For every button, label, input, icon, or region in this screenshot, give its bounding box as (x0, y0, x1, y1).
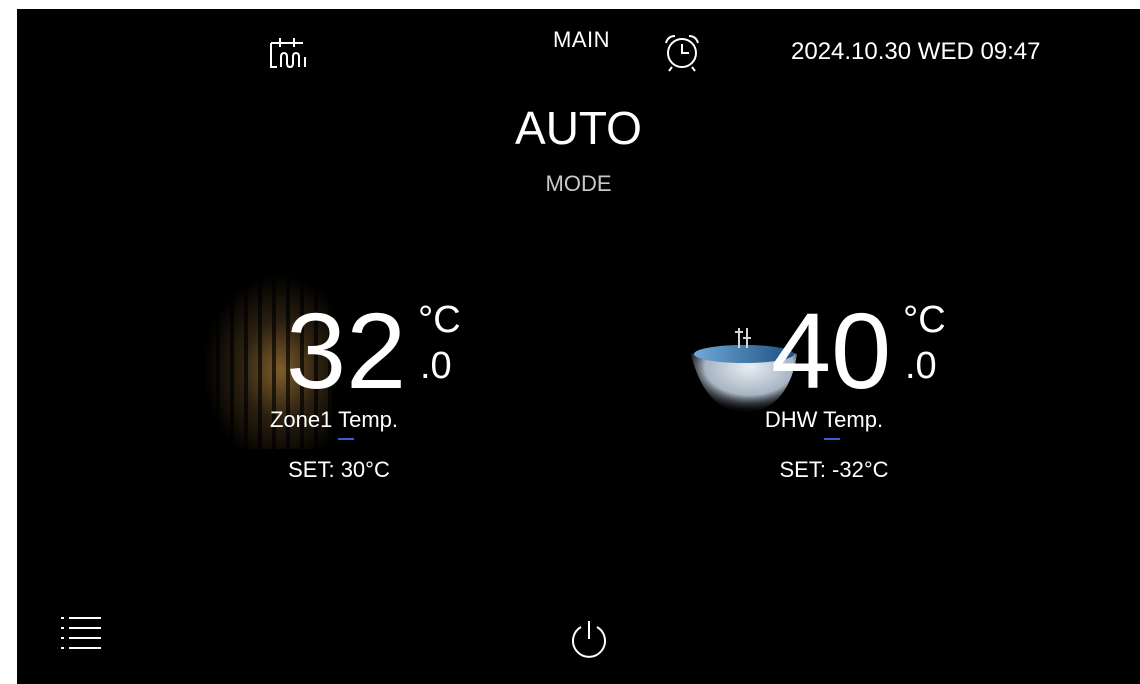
dhw-accent-line (824, 438, 840, 440)
mode-value[interactable]: AUTO (17, 101, 1140, 155)
zone1-accent-line (338, 438, 354, 440)
dhw-label: DHW Temp. (764, 407, 884, 432)
menu-list-icon[interactable] (57, 612, 105, 652)
zone1-panel[interactable]: 32 °C .0 Zone1 Temp. SET: 30°C (192, 269, 492, 499)
datetime-display: 2024.10.30 WED 09:47 (791, 38, 1041, 65)
dhw-temperature-unit: °C (903, 299, 946, 341)
page-title: MAIN (553, 27, 610, 52)
zone1-set-value[interactable]: SET: 30°C (189, 457, 489, 483)
zone1-temperature-decimal: .0 (420, 345, 452, 387)
dhw-set-value[interactable]: SET: -32°C (684, 457, 984, 483)
power-icon[interactable] (567, 618, 611, 662)
dhw-temperature-decimal: .0 (905, 345, 937, 387)
mode-label: MODE (545, 171, 612, 196)
alarm-clock-icon[interactable] (660, 31, 704, 73)
dhw-panel[interactable]: 40 °C .0 DHW Temp. SET: -32°C (677, 269, 977, 499)
dhw-temperature-integer: 40 (771, 290, 892, 411)
main-screen: MAIN 2024.10.30 WED 09:47 AUTO MODE 32 °… (17, 9, 1140, 684)
zone1-temperature-unit: °C (418, 299, 461, 341)
heating-schedule-icon[interactable] (267, 33, 309, 73)
zone1-label: Zone1 Temp. (269, 407, 398, 432)
zone1-temperature-integer: 32 (286, 290, 407, 411)
